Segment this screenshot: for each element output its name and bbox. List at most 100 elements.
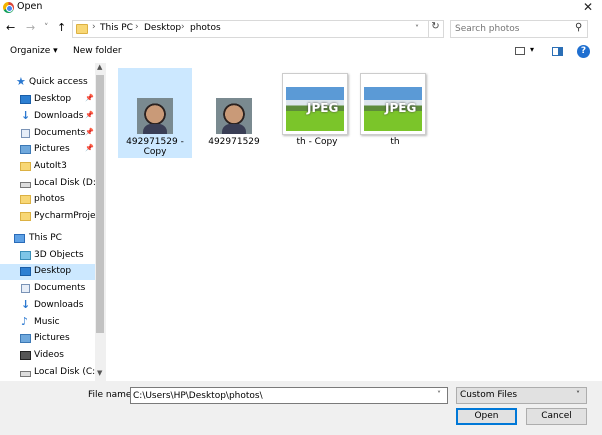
sidebar-item-videos[interactable]: Videos (0, 348, 95, 364)
sidebar-item-label: Pictures (34, 333, 70, 343)
pin-icon: 📌 (85, 111, 94, 119)
scroll-down-icon[interactable]: ▼ (97, 369, 102, 377)
file-name-line2: Copy (143, 147, 167, 157)
sidebar-item-documents[interactable]: Documents (0, 281, 95, 297)
sidebar-item-desktop[interactable]: Desktop (0, 264, 95, 280)
help-icon[interactable]: ? (577, 45, 590, 58)
search-box[interactable]: ⚲ (450, 20, 588, 38)
navigation-pane: Quick access Desktop 📌 Downloads 📌 Docum… (0, 63, 106, 381)
sidebar-item-music[interactable]: Music (0, 315, 95, 331)
downloads-icon (20, 109, 31, 122)
file-item-492971529[interactable]: 492971529 (197, 68, 271, 158)
search-icon: ⚲ (575, 22, 583, 33)
sidebar-scrollbar[interactable]: ▲ ▼ (95, 63, 106, 381)
sidebar-item-this-pc[interactable]: This PC (0, 231, 95, 247)
breadcrumb-desktop[interactable]: Desktop (144, 23, 181, 33)
file-list: 492971529 - Copy 492971529 JPEG th - Cop… (106, 63, 602, 381)
breadcrumb-separator: › (92, 22, 96, 32)
file-item-th-copy[interactable]: JPEG th - Copy (280, 68, 354, 158)
chrome-icon (3, 2, 14, 13)
file-name-input[interactable] (133, 388, 433, 403)
up-button[interactable]: ↑ (57, 21, 66, 35)
breadcrumb-separator: › (135, 22, 139, 32)
address-dropdown-icon[interactable]: ˅ (415, 24, 419, 33)
title-bar: Open ✕ (0, 0, 602, 15)
chevron-down-icon[interactable]: ˅ (437, 390, 441, 399)
sidebar-item-pictures[interactable]: Pictures (0, 331, 95, 347)
sidebar-item-downloads-quick[interactable]: Downloads 📌 (0, 109, 95, 125)
sidebar-item-3d-objects[interactable]: 3D Objects (0, 248, 95, 264)
refresh-icon[interactable]: ↻ (428, 21, 442, 37)
pin-icon: 📌 (85, 128, 94, 136)
file-name-combobox[interactable]: ˅ (130, 387, 448, 404)
sidebar-item-autoit3[interactable]: AutoIt3 (0, 159, 95, 175)
sidebar-item-label: Downloads (34, 300, 84, 310)
breadcrumb-photos[interactable]: photos (190, 23, 221, 33)
sidebar-item-desktop-quick[interactable]: Desktop 📌 (0, 92, 95, 108)
sidebar-item-pycharmprojects[interactable]: PycharmProjects (0, 209, 106, 225)
cancel-button[interactable]: Cancel (526, 408, 587, 425)
chevron-down-icon: ˅ (576, 390, 580, 399)
file-name: th - Copy (296, 137, 338, 147)
sidebar-item-local-disk-c[interactable]: Local Disk (C:) (0, 365, 99, 381)
desktop-icon (20, 95, 31, 104)
file-type-select[interactable]: Custom Files ˅ (456, 387, 587, 404)
sidebar-item-label: Documents (34, 283, 86, 293)
sidebar-item-local-disk-d[interactable]: Local Disk (D:) (0, 176, 99, 192)
view-dropdown-icon[interactable]: ▾ (530, 45, 534, 54)
photo-thumbnail (216, 98, 252, 134)
jpeg-thumbnail: JPEG (360, 73, 426, 135)
close-button[interactable]: ✕ (583, 0, 593, 14)
dialog-footer: File name: ˅ Custom Files ˅ Open Cancel (0, 381, 602, 435)
sidebar-item-quick-access[interactable]: Quick access (0, 75, 95, 91)
window-title: Open (17, 1, 43, 12)
command-bar: Organize ▾ New folder ▾ ? (0, 43, 602, 61)
sidebar-item-label: Local Disk (D:) (34, 178, 100, 188)
sidebar-item-label: Pictures (34, 144, 70, 154)
pictures-icon (20, 145, 31, 154)
pictures-icon (20, 334, 31, 343)
back-button[interactable]: ← (6, 21, 15, 35)
preview-pane-icon[interactable] (552, 47, 563, 56)
sidebar-item-label: AutoIt3 (34, 161, 67, 171)
desktop-icon (20, 267, 31, 276)
sidebar-item-label: Desktop (34, 94, 72, 104)
scrollbar-thumb[interactable] (96, 75, 104, 333)
sidebar-item-documents-quick[interactable]: Documents 📌 (0, 126, 95, 142)
documents-icon (21, 284, 30, 293)
photo-thumbnail (137, 98, 173, 134)
scroll-up-icon[interactable]: ▲ (97, 63, 102, 71)
disk-icon (20, 182, 31, 188)
jpeg-thumbnail: JPEG (282, 73, 348, 135)
file-name: 492971529 (208, 137, 260, 147)
sidebar-item-downloads[interactable]: Downloads (0, 298, 95, 314)
videos-icon (20, 351, 31, 360)
sidebar-item-label: Desktop (34, 266, 72, 276)
file-item-492971529-copy[interactable]: 492971529 - Copy (118, 68, 192, 158)
sidebar-item-label: Documents (34, 128, 86, 138)
sidebar-item-label: Quick access (29, 77, 88, 87)
sidebar-item-label: Videos (34, 350, 64, 360)
sidebar-item-label: Local Disk (C:) (34, 367, 99, 377)
file-name-label: File name: (88, 390, 135, 400)
documents-icon (21, 129, 30, 138)
organize-button[interactable]: Organize ▾ (10, 46, 58, 56)
breadcrumb-this-pc[interactable]: This PC (100, 23, 133, 33)
new-folder-button[interactable]: New folder (73, 46, 122, 56)
computer-icon (14, 234, 25, 243)
file-item-th[interactable]: JPEG th (358, 68, 432, 158)
view-options-icon[interactable] (515, 47, 525, 55)
sidebar-item-pictures-quick[interactable]: Pictures 📌 (0, 142, 95, 158)
sidebar-item-label: Music (34, 317, 60, 327)
folder-icon (20, 195, 31, 204)
sidebar-item-photos[interactable]: photos (0, 192, 95, 208)
recent-locations-button[interactable]: ˅ (44, 21, 49, 35)
address-bar[interactable]: › This PC › Desktop › photos ˅ ↻ (72, 20, 444, 38)
downloads-icon (20, 298, 31, 311)
file-type-value: Custom Files (460, 390, 518, 400)
open-button[interactable]: Open (456, 408, 517, 425)
search-input[interactable] (455, 21, 565, 37)
forward-button[interactable]: → (26, 21, 35, 35)
jpeg-badge: JPEG (307, 101, 339, 115)
breadcrumb-separator: › (181, 22, 185, 32)
